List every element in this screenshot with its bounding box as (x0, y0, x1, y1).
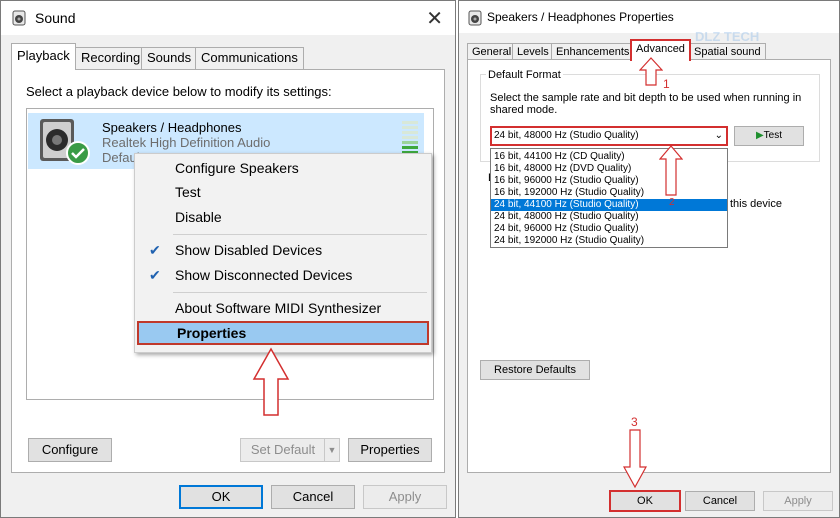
device-name: Speakers / Headphones (102, 120, 242, 135)
annotation-arrow-down-icon (623, 429, 647, 489)
device-context-menu: Configure Speakers Test Disable ✔ Show Di… (134, 153, 432, 353)
menu-item-show-disabled-devices[interactable]: ✔ Show Disabled Devices (137, 238, 429, 262)
apply-button[interactable]: Apply (363, 485, 447, 509)
format-option[interactable]: 24 bit, 96000 Hz (Studio Quality) (491, 223, 727, 235)
advanced-panel: Default Format Select the sample rate an… (467, 59, 831, 473)
format-option[interactable]: 16 bit, 48000 Hz (DVD Quality) (491, 163, 727, 175)
menu-separator (173, 234, 427, 235)
close-icon[interactable]: ✕ (426, 6, 443, 31)
volume-level-meter (402, 121, 418, 156)
tab-sounds[interactable]: Sounds (141, 47, 198, 69)
window-title: Speakers / Headphones Properties (487, 10, 674, 24)
menu-item-label: Configure Speakers (175, 160, 299, 176)
device-driver: Realtek High Definition Audio (102, 135, 271, 150)
format-description: Select the sample rate and bit depth to … (490, 92, 802, 116)
menu-separator (173, 292, 427, 293)
sound-window: Sound ✕ Playback Recording Sounds Commun… (0, 0, 456, 518)
menu-item-label: About Software MIDI Synthesizer (175, 300, 382, 316)
menu-item-test[interactable]: Test (137, 180, 429, 204)
menu-item-show-disconnected-devices[interactable]: ✔ Show Disconnected Devices (137, 263, 429, 287)
menu-item-label: Disable (175, 209, 222, 225)
exclusive-text-fragment: this device (730, 198, 782, 210)
set-default-button[interactable]: Set Default (240, 438, 326, 462)
configure-button[interactable]: Configure (28, 438, 112, 462)
test-button-label: Test (763, 130, 783, 141)
menu-item-disable[interactable]: Disable (137, 205, 429, 229)
speaker-icon (468, 10, 482, 26)
checkmark-icon: ✔ (149, 242, 161, 258)
format-option[interactable]: 16 bit, 96000 Hz (Studio Quality) (491, 175, 727, 187)
cancel-button[interactable]: Cancel (271, 485, 355, 509)
menu-item-label: Properties (177, 325, 247, 341)
set-default-dropdown-icon[interactable]: ▼ (324, 438, 340, 462)
format-options-list: 16 bit, 44100 Hz (CD Quality) 16 bit, 48… (490, 148, 728, 248)
menu-item-about-midi[interactable]: About Software MIDI Synthesizer (137, 296, 429, 320)
apply-button[interactable]: Apply (763, 491, 833, 511)
ok-button[interactable]: OK (179, 485, 263, 509)
properties-button[interactable]: Properties (348, 438, 432, 462)
menu-item-label: Show Disabled Devices (175, 242, 323, 258)
format-option[interactable]: 16 bit, 44100 Hz (CD Quality) (491, 151, 727, 163)
format-option[interactable]: 24 bit, 48000 Hz (Studio Quality) (491, 211, 727, 223)
annotation-arrow-up-icon (659, 145, 683, 196)
chevron-down-icon: ⌄ (714, 130, 723, 141)
annotation-step-1: 1 (663, 77, 670, 91)
menu-item-label: Show Disconnected Devices (175, 267, 353, 283)
ok-button[interactable]: OK (609, 490, 681, 512)
cancel-button[interactable]: Cancel (685, 491, 755, 511)
test-button[interactable]: ▶Test (734, 126, 804, 146)
format-option[interactable]: 24 bit, 192000 Hz (Studio Quality) (491, 235, 727, 247)
play-icon: ▶ (755, 130, 764, 141)
tab-playback[interactable]: Playback (11, 43, 76, 70)
format-select-value: 24 bit, 48000 Hz (Studio Quality) (494, 130, 639, 141)
checkmark-icon: ✔ (149, 267, 161, 283)
window-title: Sound (35, 10, 76, 26)
menu-item-label: Test (175, 184, 201, 200)
menu-item-configure-speakers[interactable]: Configure Speakers (137, 156, 429, 180)
properties-window: Speakers / Headphones Properties DLZ TEC… (458, 0, 840, 518)
speaker-icon (12, 10, 26, 26)
annotation-step-3: 3 (631, 415, 638, 429)
tab-recording[interactable]: Recording (75, 47, 147, 69)
default-check-icon (66, 141, 90, 165)
annotation-step-2: 2 (669, 197, 675, 208)
default-format-label: Default Format (486, 69, 563, 81)
sound-titlebar: Sound ✕ (1, 1, 455, 35)
format-option-highlighted[interactable]: 24 bit, 44100 Hz (Studio Quality) (491, 199, 727, 211)
menu-item-properties[interactable]: Properties (137, 321, 429, 345)
instruction-text: Select a playback device below to modify… (26, 84, 332, 99)
annotation-arrow-up-icon (639, 57, 663, 86)
tab-communications[interactable]: Communications (195, 47, 304, 69)
format-option[interactable]: 16 bit, 192000 Hz (Studio Quality) (491, 187, 727, 199)
annotation-arrow-up-icon (252, 347, 290, 416)
format-select[interactable]: 24 bit, 48000 Hz (Studio Quality) ⌄ (490, 126, 728, 146)
restore-defaults-button[interactable]: Restore Defaults (480, 360, 590, 380)
